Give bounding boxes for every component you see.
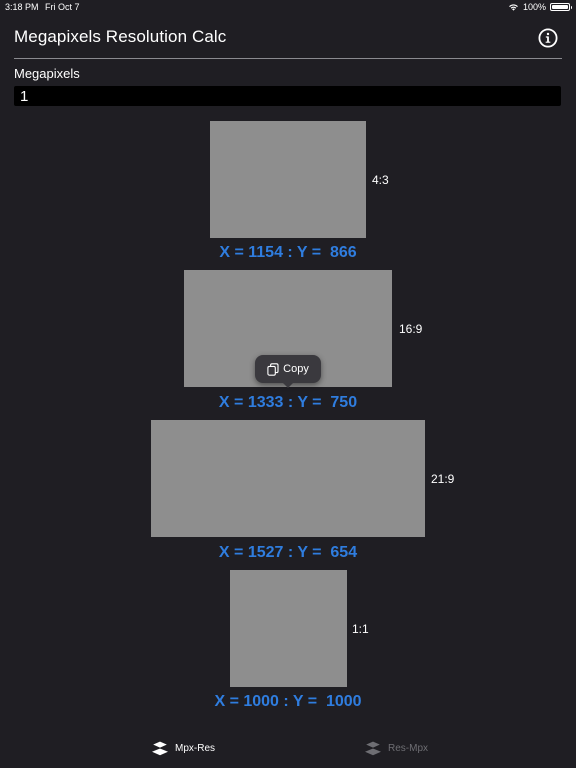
tab-bar: Mpx-Res Res-Mpx xyxy=(0,732,576,768)
status-date: Fri Oct 7 xyxy=(45,2,80,12)
tab-res-mpx[interactable]: Res-Mpx xyxy=(364,740,428,756)
resolution-result-16-9[interactable]: X = 1333 : Y = 750 xyxy=(0,394,576,412)
status-time: 3:18 PM xyxy=(5,2,39,12)
info-button[interactable] xyxy=(538,28,558,48)
battery-icon xyxy=(550,3,572,11)
tab-label-res-mpx: Res-Mpx xyxy=(388,742,429,754)
copy-menu[interactable]: Copy xyxy=(255,355,321,388)
ratio-label-4-3: 4:3 xyxy=(372,173,389,187)
ratio-label-21-9: 21:9 xyxy=(431,472,455,486)
status-bar: 3:18 PM Fri Oct 7 100% xyxy=(0,0,576,14)
header-divider xyxy=(14,58,562,59)
battery-percent: 100% xyxy=(522,2,546,12)
layers-icon xyxy=(151,740,169,756)
ratio-label-1-1: 1:1 xyxy=(352,622,369,636)
resolution-result-21-9[interactable]: X = 1527 : Y = 654 xyxy=(0,544,576,562)
battery-fill xyxy=(552,5,568,9)
tab-mpx-res[interactable]: Mpx-Res xyxy=(151,740,215,756)
megapixels-label: Megapixels xyxy=(14,66,80,81)
ratio-preview-21-9 xyxy=(151,420,425,537)
megapixels-input[interactable] xyxy=(14,86,561,106)
resolution-result-4-3[interactable]: X = 1154 : Y = 866 xyxy=(0,244,576,262)
status-right: 100% xyxy=(508,2,572,12)
ratio-preview-1-1 xyxy=(230,570,347,687)
copy-label: Copy xyxy=(283,363,309,375)
wifi-icon xyxy=(509,4,518,11)
info-circle-icon xyxy=(538,28,558,48)
page-title: Megapixels Resolution Calc xyxy=(14,27,227,46)
tab-label-mpx-res: Mpx-Res xyxy=(175,742,216,754)
ratio-preview-4-3 xyxy=(210,121,366,238)
layers-icon xyxy=(364,740,382,756)
copy-icon xyxy=(267,362,279,376)
ratio-label-16-9: 16:9 xyxy=(399,322,423,336)
resolution-result-1-1[interactable]: X = 1000 : Y = 1000 xyxy=(0,693,576,711)
